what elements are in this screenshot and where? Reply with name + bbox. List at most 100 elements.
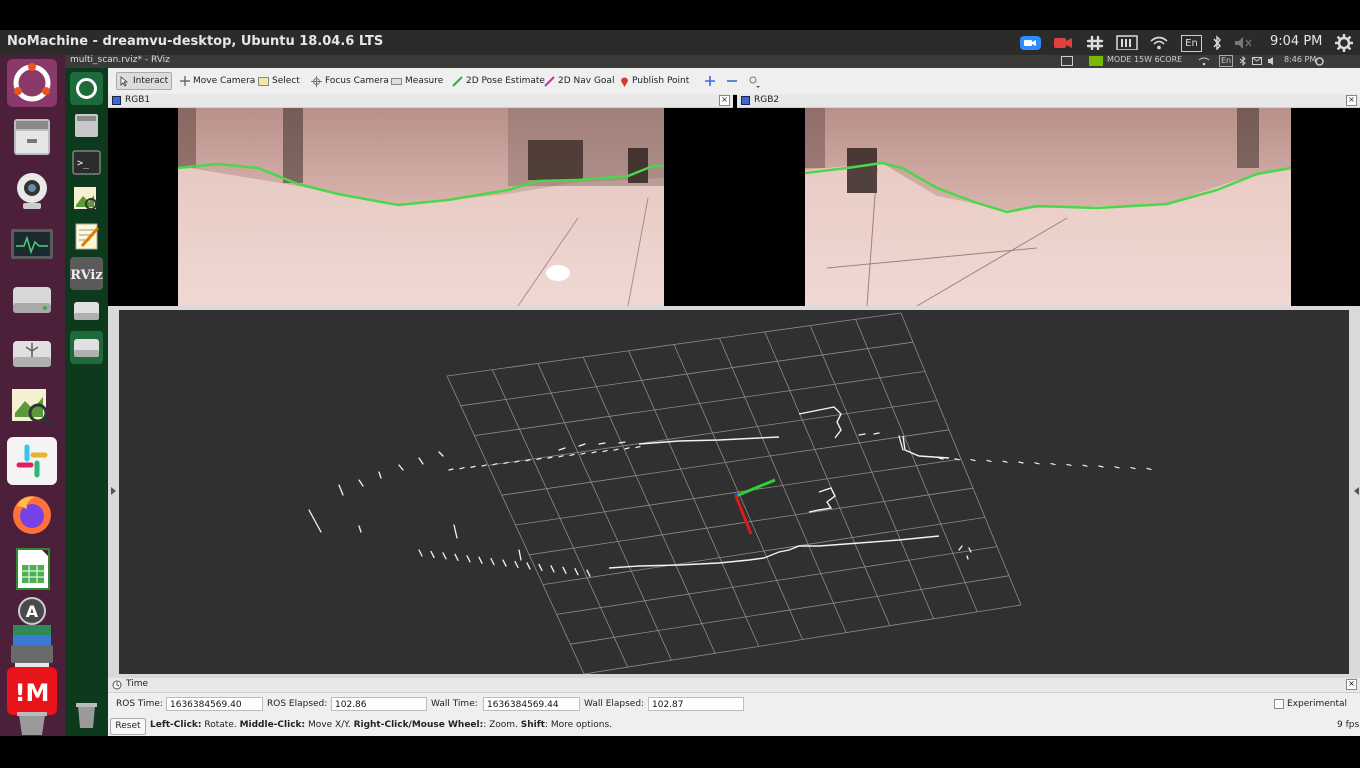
right-click-key: Right-Click/Mouse Wheel:: [353, 720, 484, 730]
interact-tool[interactable]: Interact: [116, 72, 173, 90]
rgb2-close-button[interactable]: ×: [1346, 95, 1357, 106]
nav-goal-tool[interactable]: 2D Nav Goal: [544, 73, 614, 89]
image-viewer-icon[interactable]: [7, 383, 57, 431]
trash-icon[interactable]: [7, 709, 57, 735]
select-icon: [258, 76, 269, 86]
move-icon: [180, 76, 190, 86]
remote-image-viewer-icon[interactable]: [70, 183, 103, 216]
laser-scan-point: [1034, 462, 1040, 465]
left-click-key: Left-Click:: [150, 720, 202, 730]
keyboard-small-indicator[interactable]: En: [1219, 55, 1234, 67]
clock[interactable]: 9:04 PM: [1270, 34, 1322, 49]
time-panel-close-button[interactable]: ×: [1346, 679, 1357, 690]
move-camera-tool[interactable]: Move Camera: [180, 73, 255, 89]
laser-scan-point: [478, 556, 483, 564]
measure-tool[interactable]: Measure: [391, 73, 443, 89]
wall-time-field[interactable]: 1636384569.44: [483, 697, 580, 711]
rgb1-close-button[interactable]: ×: [719, 95, 730, 106]
settings-gear-icon[interactable]: [1335, 34, 1353, 52]
grid-line: [570, 575, 1010, 645]
laser-scan-point: [574, 568, 579, 576]
usb-icon[interactable]: [7, 329, 57, 377]
zoom-icon[interactable]: [1020, 35, 1042, 50]
grid-line: [556, 546, 998, 615]
laser-scan-point: [558, 455, 564, 458]
reset-button[interactable]: Reset: [110, 718, 146, 735]
keyboard-layout-indicator[interactable]: En: [1181, 35, 1202, 52]
power-gear-icon[interactable]: [1314, 56, 1325, 67]
ros-time-label: ROS Time:: [116, 699, 163, 709]
select-tool[interactable]: Select: [258, 73, 300, 89]
laser-scan-point: [418, 549, 423, 557]
text-editor-icon[interactable]: [70, 220, 103, 253]
nomachine-small-icon[interactable]: [1061, 56, 1073, 66]
wall-elapsed-field[interactable]: 102.87: [648, 697, 744, 711]
laser-scan-point: [470, 465, 476, 468]
laser-scan-point: [562, 566, 567, 574]
inner-clock[interactable]: 8:46 PM: [1284, 55, 1316, 64]
bluetooth-small-icon[interactable]: [1239, 56, 1247, 66]
power-mode[interactable]: MODE 15W 6CORE: [1107, 55, 1182, 64]
laser-scan-point: [591, 451, 597, 454]
publish-point-tool[interactable]: Publish Point: [620, 73, 689, 89]
remove-tool-minus-icon[interactable]: [727, 76, 737, 86]
laser-scan-point: [459, 467, 465, 470]
left-collapse-arrow-icon[interactable]: [111, 486, 117, 496]
experimental-checkbox[interactable]: [1274, 699, 1284, 709]
remote-top-panel: multi_scan.rviz* - RViz MODE 15W 6CORE E…: [65, 55, 1360, 68]
ros-time-field[interactable]: 1636384569.40: [166, 697, 263, 711]
webcam-icon[interactable]: [7, 167, 57, 215]
laser-scan-point: [618, 441, 626, 444]
slack-icon[interactable]: [7, 437, 57, 485]
spreadsheet-icon[interactable]: [7, 545, 57, 593]
remote-launcher: >_ RViz: [65, 68, 108, 736]
files-icon[interactable]: [7, 113, 57, 161]
laser-scan-point: [398, 464, 404, 471]
laser-scan-point: [1098, 465, 1104, 468]
disk-icon[interactable]: [7, 275, 57, 323]
system-monitor-icon[interactable]: [7, 221, 57, 269]
laser-scan-point: [624, 447, 630, 450]
nvidia-icon[interactable]: [1089, 55, 1103, 67]
firefox-icon[interactable]: [7, 491, 57, 539]
wifi-icon[interactable]: [1149, 35, 1169, 50]
laser-scan-point: [970, 459, 976, 462]
terminal-icon[interactable]: >_: [70, 146, 103, 179]
remote-disk-icon[interactable]: [70, 294, 103, 327]
remote-drive-icon[interactable]: [70, 331, 103, 364]
right-collapse-arrow-icon[interactable]: [1354, 486, 1360, 496]
grid-line: [809, 325, 934, 619]
laser-scan-segment: [902, 435, 950, 459]
3d-render-view[interactable]: [119, 310, 1349, 675]
remote-files-icon[interactable]: [70, 109, 103, 142]
focus-camera-tool[interactable]: Focus Camera: [311, 73, 389, 89]
add-tool-plus-icon[interactable]: [705, 76, 715, 86]
laser-scan-point: [873, 432, 880, 435]
laser-scan-segment: [798, 406, 842, 439]
laser-scan-point: [308, 509, 322, 533]
ros-elapsed-field[interactable]: 102.86: [331, 697, 427, 711]
volume-muted-icon[interactable]: [1234, 35, 1252, 50]
pose-estimate-tool[interactable]: 2D Pose Estimate: [452, 73, 545, 89]
nomachine-title-bar: NoMachine - dreamvu-desktop, Ubuntu 18.0…: [0, 30, 1360, 55]
remote-trash-icon[interactable]: [70, 698, 103, 731]
laser-scan-point: [558, 447, 566, 451]
nomachine-tray-icon[interactable]: [1116, 35, 1138, 50]
wifi-small-icon[interactable]: [1198, 56, 1210, 66]
ubuntu-icon[interactable]: [7, 59, 57, 107]
laser-scan-point: [358, 479, 364, 487]
laser-scan-point: [514, 560, 519, 569]
camera-record-icon[interactable]: [1053, 35, 1073, 50]
laser-scan-point: [1018, 461, 1024, 464]
remote-ubuntu-icon[interactable]: [70, 72, 103, 105]
bluetooth-icon[interactable]: [1211, 35, 1223, 50]
volume-small-icon[interactable]: [1267, 56, 1279, 66]
nomachine-icon[interactable]: !M: [7, 667, 57, 715]
laser-scan-point: [1050, 463, 1056, 466]
rviz-icon[interactable]: RViz: [70, 257, 103, 290]
mail-icon[interactable]: [1252, 56, 1262, 66]
laser-scan-point: [1146, 467, 1152, 470]
tool-properties-menu-icon[interactable]: [748, 75, 760, 89]
ruler-icon: [391, 77, 402, 85]
slack-tray-icon[interactable]: [1086, 35, 1104, 50]
